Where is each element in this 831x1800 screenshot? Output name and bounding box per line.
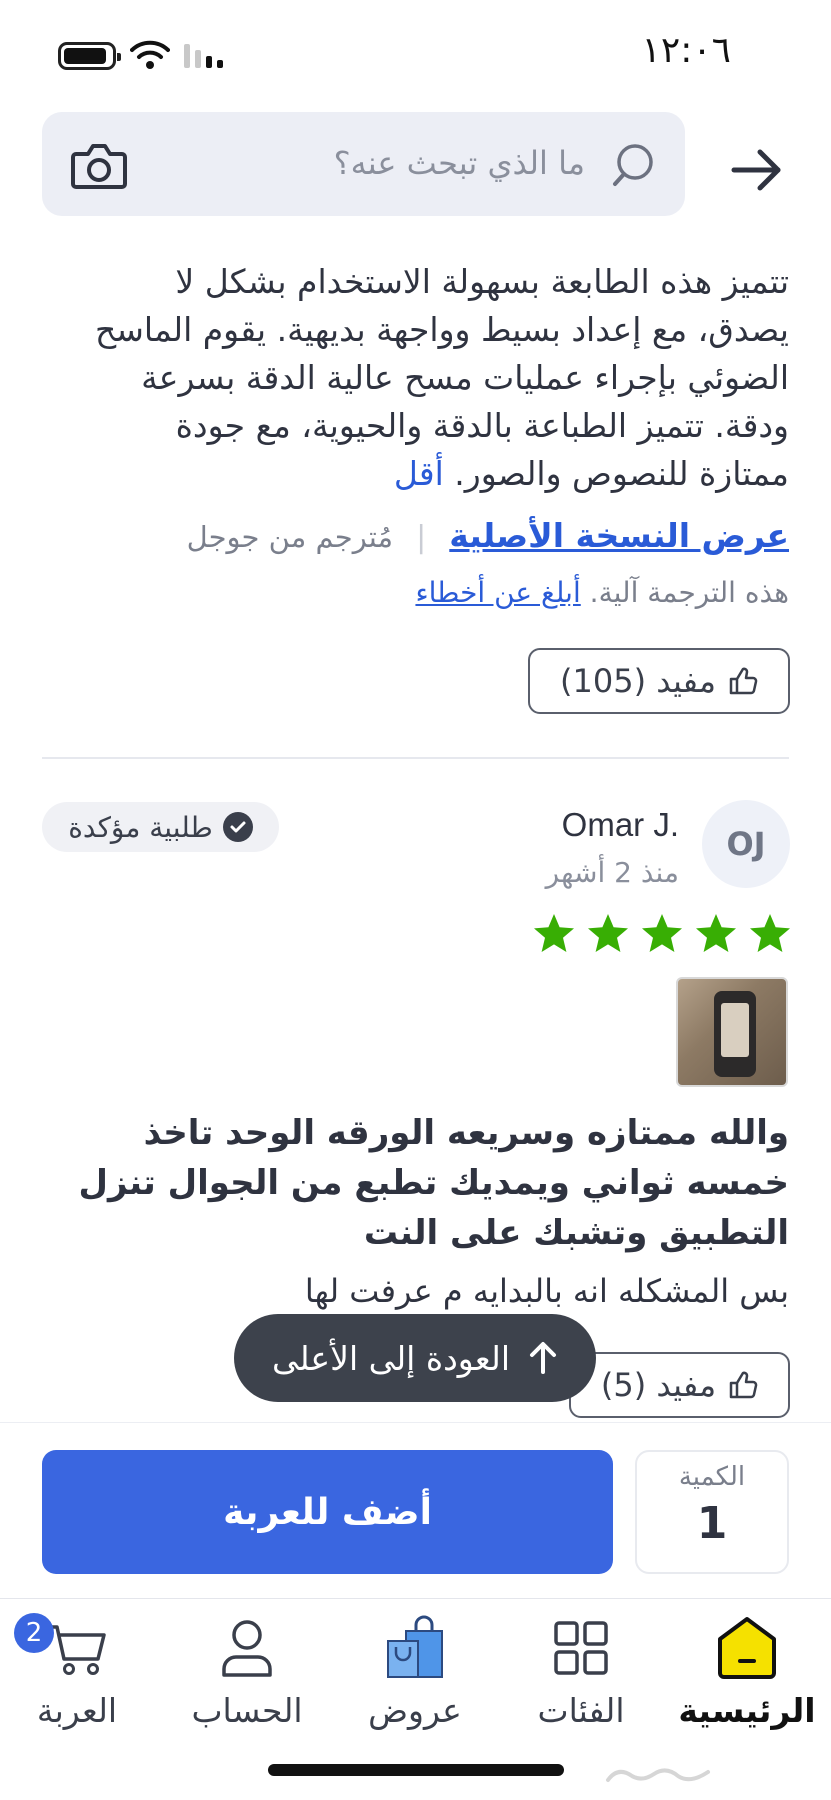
- check-circle-icon: [222, 812, 253, 842]
- helpful-button[interactable]: مفيد (105): [528, 648, 790, 714]
- shopping-bags-icon: [387, 1615, 443, 1678]
- search-icon: [613, 144, 653, 186]
- verified-order-badge: طلبية مؤكدة: [42, 802, 279, 852]
- view-original-link[interactable]: عرض النسخة الأصلية: [449, 516, 789, 555]
- back-to-top-button[interactable]: العودة إلى الأعلى: [234, 1314, 596, 1402]
- quantity-value: 1: [696, 1498, 728, 1549]
- star-icon: [642, 914, 682, 952]
- camera-icon[interactable]: [70, 140, 128, 190]
- back-arrow-icon[interactable]: [730, 148, 784, 192]
- tab-categories-label: الفئات: [537, 1691, 625, 1730]
- add-to-cart-button[interactable]: أضف للعربة: [42, 1450, 613, 1574]
- avatar: OJ: [702, 800, 790, 888]
- auto-translation-note: هذه الترجمة آلية. أبلغ عن أخطاء: [415, 576, 789, 609]
- review-photo-thumbnail[interactable]: [676, 977, 788, 1087]
- report-errors-link[interactable]: أبلغ عن أخطاء: [415, 576, 580, 609]
- translation-separator: |: [416, 520, 427, 555]
- search-input[interactable]: ما الذي تبحث عنه؟: [42, 112, 685, 216]
- star-icon: [534, 914, 574, 952]
- show-less-link[interactable]: أقل: [394, 454, 444, 493]
- reviewer-name: Omar J.: [561, 806, 679, 843]
- quantity-stepper[interactable]: الكمية 1: [635, 1450, 789, 1574]
- home-icon: [718, 1617, 776, 1679]
- helpful-label: مفيد (5): [600, 1366, 717, 1404]
- status-bar: ١٢:٠٦: [0, 0, 831, 100]
- tab-cart-label: العربة: [36, 1691, 118, 1730]
- review-text: بس المشكله انه بالبدايه م عرفت لها: [304, 1272, 789, 1310]
- arrow-up-icon: [530, 1342, 556, 1374]
- review-body: تتميز هذه الطابعة بسهولة الاستخدام بشكل …: [89, 258, 789, 498]
- tab-account[interactable]: الحساب: [172, 1613, 322, 1743]
- watermark-logo: [606, 1768, 710, 1782]
- review-title: والله ممتازه وسريعه الورقه الوحد تاخذ خم…: [78, 1113, 789, 1253]
- helpful-label: مفيد (105): [560, 662, 716, 700]
- auto-translation-text: هذه الترجمة آلية.: [589, 576, 789, 609]
- star-icon: [588, 914, 628, 952]
- search-placeholder: ما الذي تبحث عنه؟: [333, 144, 585, 182]
- quantity-label: الكمية: [678, 1462, 746, 1492]
- photo-content: [714, 991, 756, 1077]
- wifi-icon: [130, 40, 170, 69]
- helpful-button[interactable]: مفيد (5): [569, 1352, 790, 1418]
- cart-icon: [46, 1625, 106, 1675]
- tab-cart[interactable]: العربة 2: [2, 1613, 152, 1743]
- star-icon: [750, 914, 790, 952]
- signal-icon: [184, 44, 223, 68]
- grid-icon: [554, 1621, 608, 1675]
- review-divider: [42, 757, 789, 759]
- search-row: ما الذي تبحث عنه؟: [0, 112, 831, 216]
- back-to-top-label: العودة إلى الأعلى: [272, 1338, 510, 1378]
- battery-icon: [58, 42, 121, 70]
- tab-home[interactable]: الرئيسية: [672, 1613, 822, 1743]
- bottom-action-bar: أضف للعربة الكمية 1: [0, 1422, 831, 1598]
- home-indicator: [268, 1764, 564, 1776]
- tab-categories[interactable]: الفئات: [506, 1613, 656, 1743]
- verified-label: طلبية مؤكدة: [68, 810, 213, 844]
- star-rating: [533, 912, 791, 954]
- tab-offers-label: عروض: [368, 1691, 462, 1730]
- star-icon: [696, 914, 736, 952]
- translation-row: عرض النسخة الأصلية | مُترجم من جوجل: [39, 516, 789, 566]
- review-date: منذ 2 أشهر: [545, 856, 679, 889]
- user-icon: [222, 1620, 272, 1677]
- status-time: ١٢:٠٦: [641, 30, 731, 71]
- tab-home-label: الرئيسية: [678, 1691, 816, 1730]
- thumbs-up-icon: [729, 667, 758, 695]
- tab-offers[interactable]: عروض: [340, 1613, 490, 1743]
- tab-account-label: الحساب: [191, 1691, 303, 1730]
- translated-by-label: مُترجم من جوجل: [186, 520, 393, 554]
- cart-count-badge: 2: [14, 1613, 54, 1653]
- thumbs-up-icon: [729, 1371, 758, 1399]
